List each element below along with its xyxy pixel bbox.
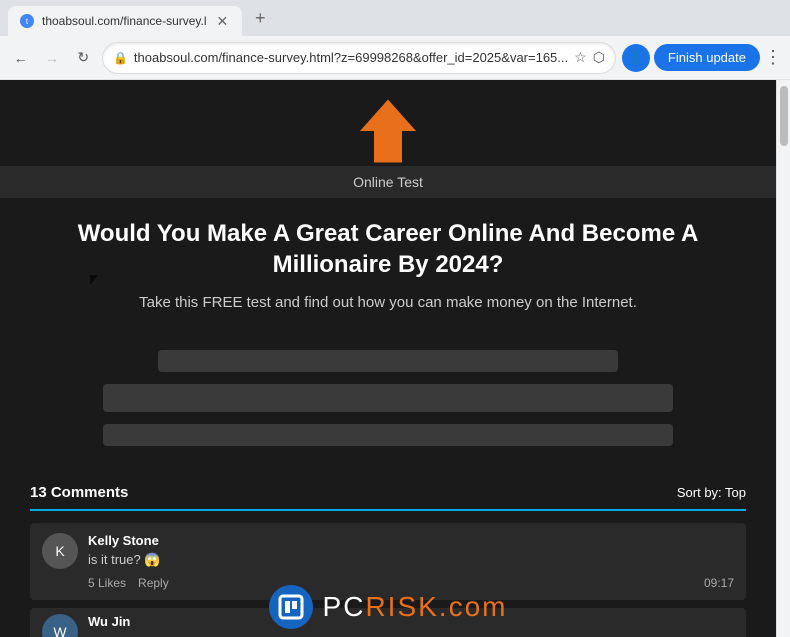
online-test-label: Online Test <box>353 174 423 190</box>
tab-bar: t thoabsoul.com/finance-survey.l ✕ + <box>0 0 790 36</box>
comment-row: K Kelly Stone is it true? 😱 5 Likes Repl… <box>42 533 734 590</box>
main-heading: Would You Make A Great Career Online And… <box>40 218 736 280</box>
sort-by-label: Sort by: Top <box>677 485 746 500</box>
back-button[interactable]: ← <box>8 44 33 72</box>
tab-title: thoabsoul.com/finance-survey.l <box>42 14 207 28</box>
reload-button[interactable]: ↻ <box>71 44 96 72</box>
arrow-icon <box>353 96 423 166</box>
comment-footer: 5 Likes Reply 09:17 <box>88 576 734 590</box>
comment-text: is it true? 😱 <box>88 552 734 568</box>
active-tab[interactable]: t thoabsoul.com/finance-survey.l ✕ <box>8 6 242 36</box>
comment-body: Wu Jin <box>88 614 734 633</box>
comment-author: Wu Jin <box>88 614 734 629</box>
address-bar[interactable]: 🔒 thoabsoul.com/finance-survey.html?z=69… <box>102 42 616 74</box>
extension-icon[interactable]: ⬡ <box>593 49 605 66</box>
loading-bar-1 <box>158 350 618 372</box>
content-area: Online Test Would You Make A Great Caree… <box>0 80 790 637</box>
nav-bar: ← → ↻ 🔒 thoabsoul.com/finance-survey.htm… <box>0 36 790 80</box>
reply-label[interactable]: Reply <box>138 576 169 590</box>
comment-item: W Wu Jin <box>30 608 746 637</box>
browser-menu-button[interactable]: ⋮ <box>764 47 782 68</box>
comments-count: 13 Comments <box>30 484 128 501</box>
comment-body: Kelly Stone is it true? 😱 5 Likes Reply … <box>88 533 734 590</box>
forward-button[interactable]: → <box>39 44 64 72</box>
scrollbar[interactable] <box>776 80 790 637</box>
comments-header: 13 Comments Sort by: Top <box>30 476 746 511</box>
avatar: W <box>42 614 78 637</box>
comment-actions: 5 Likes Reply <box>88 576 169 590</box>
likes-label[interactable]: 5 Likes <box>88 576 126 590</box>
comment-item: K Kelly Stone is it true? 😱 5 Likes Repl… <box>30 523 746 600</box>
tab-close-button[interactable]: ✕ <box>215 11 231 32</box>
finish-update-button[interactable]: Finish update <box>654 44 760 71</box>
webpage: Online Test Would You Make A Great Caree… <box>0 80 776 637</box>
tab-favicon: t <box>20 14 34 28</box>
online-test-bar: Online Test <box>0 166 776 198</box>
sub-heading: Take this FREE test and find out how you… <box>40 292 736 315</box>
comment-author: Kelly Stone <box>88 533 734 548</box>
avatar: K <box>42 533 78 569</box>
arrow-container <box>353 86 423 166</box>
profile-button[interactable]: 👤 <box>622 44 650 72</box>
nav-right-controls: 👤 Finish update ⋮ <box>622 44 782 72</box>
page-content: Online Test Would You Make A Great Caree… <box>0 80 776 637</box>
scroll-thumb[interactable] <box>780 86 788 146</box>
top-section <box>0 80 776 166</box>
loading-bar-3 <box>103 424 673 446</box>
address-text: thoabsoul.com/finance-survey.html?z=6999… <box>134 50 568 65</box>
loading-section <box>0 330 776 466</box>
comments-section: 13 Comments Sort by: Top K Kelly Stone i… <box>0 466 776 637</box>
comment-row: W Wu Jin <box>42 614 734 637</box>
lock-icon: 🔒 <box>113 51 128 65</box>
new-tab-button[interactable]: + <box>246 4 274 32</box>
heading-section: Would You Make A Great Career Online And… <box>0 198 776 330</box>
browser-frame: t thoabsoul.com/finance-survey.l ✕ + ← →… <box>0 0 790 637</box>
loading-bar-2 <box>103 384 673 412</box>
comment-time: 09:17 <box>704 576 734 590</box>
bookmark-icon[interactable]: ☆ <box>574 49 587 66</box>
